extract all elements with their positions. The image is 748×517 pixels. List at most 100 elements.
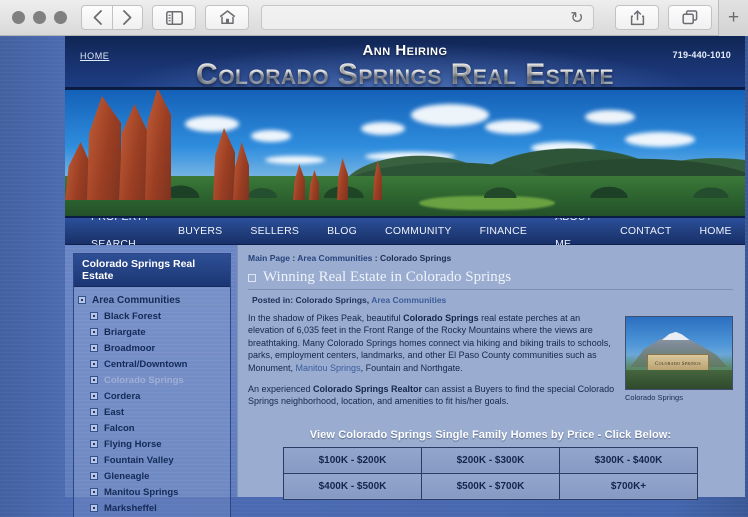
price-range-cell[interactable]: $200K - $300K bbox=[421, 446, 560, 474]
nav-item-sellers[interactable]: SELLERS bbox=[236, 218, 313, 245]
sidebar-item-label: Colorado Springs bbox=[104, 374, 184, 386]
sidebar-item-label: East bbox=[104, 406, 125, 418]
sidebar-icon bbox=[165, 10, 183, 25]
sidebar-item-flying-horse[interactable]: Flying Horse bbox=[74, 436, 230, 452]
bullet-square-icon bbox=[90, 328, 98, 336]
nav-item-contact[interactable]: CONTACT bbox=[606, 218, 685, 245]
sidebar-item-label: Fountain Valley bbox=[104, 454, 174, 466]
price-range-cell[interactable]: $700K+ bbox=[559, 472, 698, 500]
p2-bold-realtor: Colorado Springs Realtor bbox=[313, 384, 423, 395]
show-tabs-button[interactable] bbox=[668, 5, 712, 30]
sidebar-item-label: Briargate bbox=[104, 326, 146, 338]
back-button[interactable] bbox=[81, 5, 112, 30]
bullet-square-icon bbox=[78, 296, 86, 304]
bullet-square-icon bbox=[90, 472, 98, 480]
table-row: $100K - $200K $200K - $300K $300K - $400K bbox=[283, 446, 698, 474]
navigation-buttons bbox=[81, 5, 143, 30]
colorado-springs-sign-photo[interactable]: Colorado Springs bbox=[625, 316, 733, 390]
sidebar-item-marksheffel[interactable]: Marksheffel bbox=[74, 500, 230, 516]
sidebar-item-label: Marksheffel bbox=[104, 502, 157, 514]
new-tab-button[interactable]: + bbox=[718, 0, 748, 36]
posted-label: Posted in: bbox=[252, 295, 296, 305]
foreground-brush bbox=[626, 370, 732, 389]
breadcrumb-current: Colorado Springs bbox=[379, 253, 452, 263]
sidebar-item-label: Falcon bbox=[104, 422, 135, 434]
close-window-button[interactable] bbox=[12, 11, 25, 24]
nav-item-blog[interactable]: BLOG bbox=[313, 218, 371, 245]
sidebar-item-black-forest[interactable]: Black Forest bbox=[74, 308, 230, 324]
sidebar-item-gleneagle[interactable]: Gleneagle bbox=[74, 468, 230, 484]
price-range-cell[interactable]: $300K - $400K bbox=[559, 446, 698, 474]
article-content: In the shadow of Pikes Peak, beautiful C… bbox=[248, 312, 733, 417]
p2-text-a: An experienced bbox=[248, 384, 314, 395]
sidebar-item-label: Black Forest bbox=[104, 310, 162, 322]
share-button[interactable] bbox=[615, 5, 659, 30]
breadcrumb-main-page[interactable]: Main Page bbox=[248, 253, 290, 263]
cloud-shape bbox=[411, 104, 489, 126]
bullet-square-icon bbox=[90, 408, 98, 416]
nav-item-community[interactable]: COMMUNITY bbox=[371, 218, 466, 245]
maximize-window-button[interactable] bbox=[54, 11, 67, 24]
article-thumbnail[interactable]: Colorado Springs Colorado Springs bbox=[625, 312, 733, 417]
posted-category-2-link[interactable]: Area Communities bbox=[371, 295, 446, 305]
chevron-left-icon bbox=[93, 10, 102, 25]
price-range-cell[interactable]: $400K - $500K bbox=[283, 472, 422, 500]
site-header: HOME 719-440-1010 Ann Heiring Colorado S… bbox=[65, 36, 745, 88]
sidebar-item-east[interactable]: East bbox=[74, 404, 230, 420]
home-button[interactable] bbox=[205, 5, 249, 30]
red-rock-formation bbox=[145, 90, 171, 200]
bullet-square-icon bbox=[90, 344, 98, 352]
sidebar-item-cordera[interactable]: Cordera bbox=[74, 388, 230, 404]
breadcrumb: Main Page : Area Communities : Colorado … bbox=[248, 253, 733, 263]
nav-item-home[interactable]: HOME bbox=[685, 218, 745, 245]
site-wrapper: HOME 719-440-1010 Ann Heiring Colorado S… bbox=[65, 36, 745, 517]
bullet-square-icon bbox=[90, 488, 98, 496]
chevron-right-icon bbox=[123, 10, 132, 25]
nav-item-buyers[interactable]: BUYERS bbox=[164, 218, 236, 245]
sidebar-list: Area Communities Black Forest Briargate Bro… bbox=[74, 287, 230, 517]
price-range-cell[interactable]: $100K - $200K bbox=[283, 446, 422, 474]
forward-button[interactable] bbox=[112, 5, 143, 30]
cloud-shape bbox=[251, 130, 291, 142]
red-rock-formation bbox=[233, 142, 249, 200]
sidebar-item-fountain-valley[interactable]: Fountain Valley bbox=[74, 452, 230, 468]
paragraph-2: An experienced Colorado Springs Realtor … bbox=[248, 383, 615, 408]
main-navigation: PROPERTY SEARCHBUYERSSELLERSBLOGCOMMUNIT… bbox=[65, 211, 745, 250]
address-bar[interactable]: ↻ bbox=[261, 5, 594, 30]
paragraph-1: In the shadow of Pikes Peak, beautiful C… bbox=[248, 312, 615, 374]
table-row: $400K - $500K $500K - $700K $700K+ bbox=[283, 472, 698, 500]
sidebar-header: Colorado Springs Real Estate bbox=[74, 254, 230, 287]
price-range-cell[interactable]: $500K - $700K bbox=[421, 472, 560, 500]
sidebar-item-broadmoor[interactable]: Broadmoor bbox=[74, 340, 230, 356]
bullet-square-icon bbox=[90, 456, 98, 464]
sidebar-item-area-communities[interactable]: Area Communities bbox=[74, 292, 230, 308]
sidebar-item-briargate[interactable]: Briargate bbox=[74, 324, 230, 340]
agent-name: Ann Heiring bbox=[362, 42, 448, 59]
minimize-window-button[interactable] bbox=[33, 11, 46, 24]
share-icon bbox=[630, 9, 644, 25]
sidebar-toggle-button[interactable] bbox=[152, 5, 196, 30]
sidebar-panel: Colorado Springs Real Estate Area Commun… bbox=[73, 253, 231, 517]
posted-in-line: Posted in: Colorado Springs, Area Commun… bbox=[252, 295, 733, 305]
header-home-link[interactable]: HOME bbox=[80, 51, 109, 61]
sidebar-item-label: Manitou Springs bbox=[104, 486, 179, 498]
reload-icon[interactable]: ↻ bbox=[569, 8, 585, 28]
sidebar-item-label: Cordera bbox=[104, 390, 141, 402]
red-rock-formation bbox=[87, 96, 121, 200]
sidebar-item-falcon[interactable]: Falcon bbox=[74, 420, 230, 436]
p1-manitou-springs-link[interactable]: Manitou Springs bbox=[296, 363, 361, 373]
bullet-square-icon bbox=[90, 376, 98, 384]
red-rock-formation bbox=[65, 142, 91, 200]
sidebar-item-central-downtown[interactable]: Central/Downtown bbox=[74, 356, 230, 372]
site-title: Colorado Springs Real Estate bbox=[65, 58, 745, 87]
breadcrumb-area-communities[interactable]: Area Communities bbox=[297, 253, 372, 263]
price-section-heading: View Colorado Springs Single Family Home… bbox=[309, 428, 672, 441]
nav-item-finance[interactable]: FINANCE bbox=[466, 218, 542, 245]
bullet-square-icon bbox=[90, 360, 98, 368]
url-input[interactable] bbox=[270, 11, 569, 24]
sidebar-item-manitou-springs[interactable]: Manitou Springs bbox=[74, 484, 230, 500]
main-content: Main Page : Area Communities : Colorado … bbox=[237, 245, 745, 500]
sidebar-item-label: Area Communities bbox=[92, 294, 181, 306]
sidebar-item-colorado-springs[interactable]: Colorado Springs bbox=[74, 372, 230, 388]
webpage-viewport: HOME 719-440-1010 Ann Heiring Colorado S… bbox=[0, 36, 748, 517]
